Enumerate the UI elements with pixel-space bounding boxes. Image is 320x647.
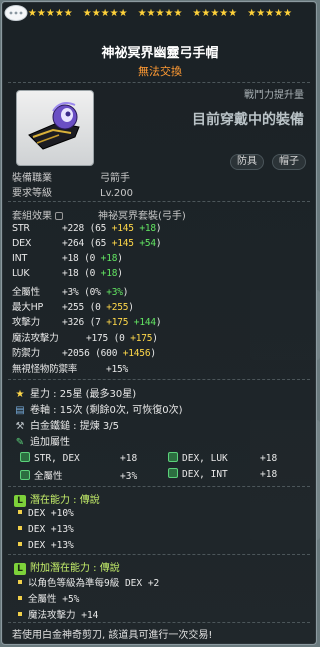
item-icon-box (16, 90, 94, 166)
potential-line: DEX +13% (18, 540, 74, 551)
potential-line: DEX +10% (18, 508, 74, 519)
set-name: 神祕冥界套裝(弓手) (98, 211, 186, 222)
trade-status: 無法交換 (138, 65, 182, 78)
bonus-potential-header: L 附加潛在能力 : 傳說 (14, 559, 120, 575)
star-group: ★★★★★ (27, 8, 73, 19)
flame-stat: DEX, INT +18 (168, 468, 277, 480)
tag-armor: 防具 (230, 154, 264, 170)
bonus-potential-line: 全屬性 +5% (18, 591, 79, 605)
bonus-potential-line: 以角色等級為準每9級 DEX +2 (18, 575, 159, 589)
star-group: ★★★★★ (247, 8, 293, 19)
star-force-stars: ★★★★★ ★★★★★ ★★★★★ ★★★★★ ★★★★★ (2, 8, 318, 20)
potential-line: DEX +13% (18, 524, 74, 535)
star-group: ★★★★★ (192, 8, 238, 19)
requirement-row: 裝備職業 弓箭手 (12, 173, 130, 184)
potential-header: L 潛在能力 : 傳說 (14, 491, 100, 507)
lock-icon (55, 212, 63, 220)
flame-stat-icon (168, 452, 178, 462)
legendary-badge-icon: L (14, 495, 26, 507)
stat-row-luk: LUK +18 (0 +18) (12, 268, 123, 279)
stat-row-str: STR +228 (65 +145 +18) (12, 223, 162, 234)
flame-title: ✎ 追加屬性 (15, 437, 70, 448)
scroll-icon: ▤ (15, 405, 25, 416)
stat-row-all: 全屬性 +3% (0% +3%) (12, 287, 129, 298)
item-tooltip: ★★★★★ ★★★★★ ★★★★★ ★★★★★ ★★★★★ 神祕冥界幽靈弓手帽 無法交換… (1, 1, 317, 645)
set-effect-label[interactable]: 套組效果 (12, 207, 63, 222)
stat-row-int: INT +18 (0 +18) (12, 253, 123, 264)
stat-row-attack: 攻擊力 +326 (7 +175 +144) (12, 317, 162, 328)
divider (8, 622, 310, 623)
flame-icon: ✎ (15, 437, 25, 448)
legendary-badge-icon: L (14, 563, 26, 575)
hammer-icon: ⚒ (15, 421, 25, 432)
flame-stat: 全屬性 +3% (20, 468, 137, 482)
flame-stat-icon (20, 452, 30, 462)
tag-hat: 帽子 (272, 154, 306, 170)
star-group: ★★★★★ (137, 8, 183, 19)
item-name: 神祕冥界幽靈弓手帽 (101, 46, 219, 61)
divider (8, 379, 310, 380)
stat-row-dex: DEX +264 (65 +145 +54) (12, 238, 162, 249)
divider (8, 486, 310, 487)
power-increase-label: 戰鬥力提升量 (244, 90, 304, 101)
star-group: ★★★★★ (82, 8, 128, 19)
scissors-notice: 若使用白金神奇剪刀, 該道具可進行一次交易! (12, 630, 213, 641)
power-status: 目前穿戴中的裝備 (192, 112, 304, 128)
scroll-info: ▤ 卷軸 : 15次 (剩餘0次, 可恢復0次) (15, 405, 183, 416)
divider (8, 201, 310, 202)
hammer-info: ⚒ 白金鐵鎚 : 提煉 3/5 (15, 421, 119, 432)
requirement-row: 要求等級 Lv.200 (12, 188, 133, 199)
divider (8, 82, 310, 83)
flame-stat-icon (20, 470, 30, 480)
divider (8, 554, 310, 555)
flame-stat: STR, DEX +18 (20, 452, 137, 464)
bonus-potential-line: 魔法攻擊力 +14 (18, 607, 98, 621)
star-icon: ★ (15, 389, 25, 400)
stat-row-maxhp: 最大HP +255 (0 +255) (12, 302, 134, 313)
stat-row-magic-attack: 魔法攻擊力 +175 (0 +175) (12, 333, 158, 344)
star-force-info: ★ 星力 : 25星 (最多30星) (15, 389, 137, 400)
stat-row-defense: 防禦力 +2056 (600 +1456) (12, 348, 156, 359)
flame-stat-icon (168, 468, 178, 478)
hat-icon (28, 102, 80, 150)
flame-stat: DEX, LUK +18 (168, 452, 277, 464)
stat-row-ignore-def: 無視怪物防禦率 +15% (12, 364, 129, 375)
